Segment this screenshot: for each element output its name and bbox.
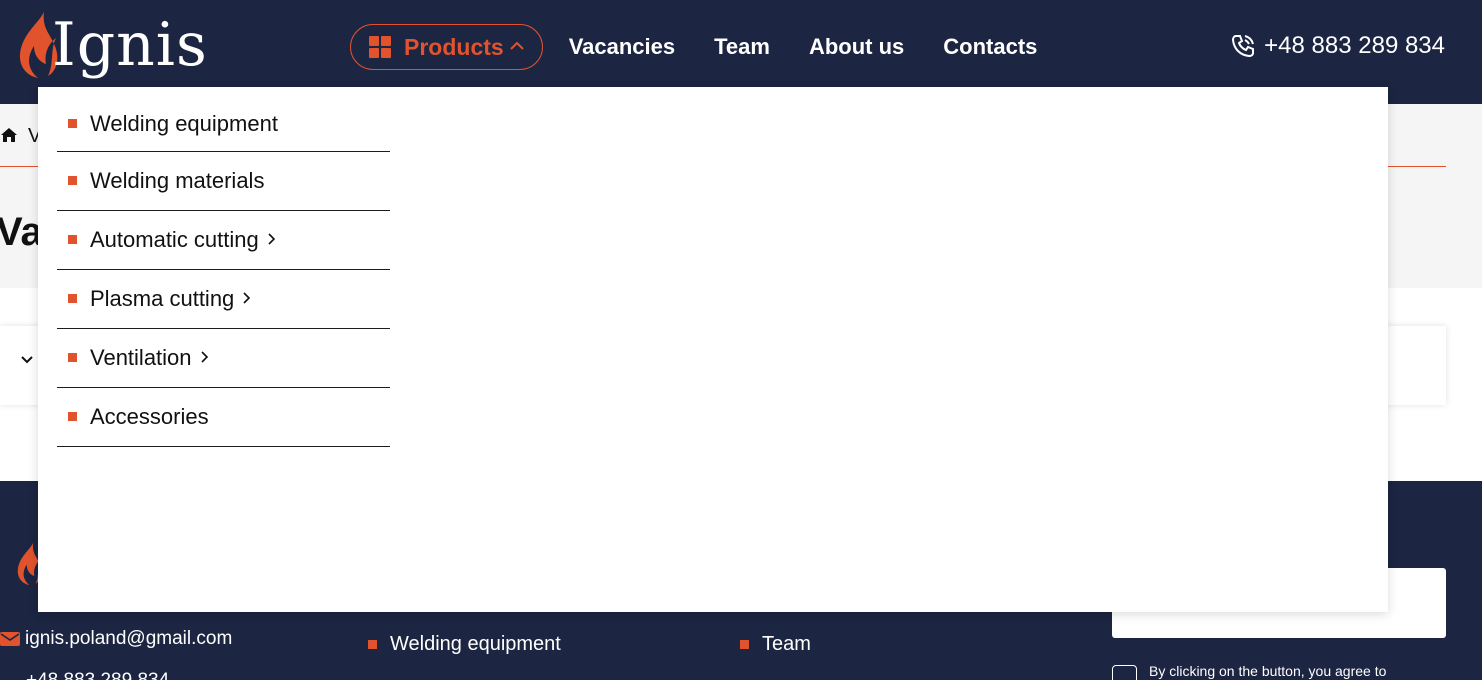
chevron-right-icon xyxy=(267,227,276,253)
bullet-icon xyxy=(368,640,377,649)
bullet-icon xyxy=(68,176,77,185)
bullet-icon xyxy=(68,353,77,362)
products-dropdown: Welding equipment Welding materials Auto… xyxy=(38,87,1388,612)
products-menu-list: Welding equipment Welding materials Auto… xyxy=(57,87,390,447)
footer-email[interactable]: ignis.poland@gmail.com xyxy=(0,628,232,650)
menu-item-label: Welding equipment xyxy=(90,111,278,136)
nav-contacts[interactable]: Contacts xyxy=(943,34,1037,60)
footer-phone[interactable]: +48 883 289 834 xyxy=(26,670,169,680)
page-title: Va xyxy=(0,210,43,254)
menu-item-label: Plasma cutting xyxy=(90,286,235,311)
footer-link-welding-equipment[interactable]: Welding equipment xyxy=(368,633,561,656)
products-label: Products xyxy=(404,33,504,60)
logo-text: Ignis xyxy=(52,10,208,80)
consent-checkbox[interactable] xyxy=(1112,665,1137,680)
footer-link-team[interactable]: Team xyxy=(740,633,811,656)
header-phone[interactable]: +48 883 289 834 xyxy=(1230,32,1445,60)
menu-item-automatic-cutting[interactable]: Automatic cutting xyxy=(57,211,390,270)
bullet-icon xyxy=(68,235,77,244)
bullet-icon xyxy=(740,640,749,649)
footer-link-label: Welding equipment xyxy=(390,633,561,655)
nav-about-us[interactable]: About us xyxy=(809,34,904,60)
menu-item-welding-materials[interactable]: Welding materials xyxy=(57,152,390,211)
chevron-right-icon xyxy=(242,286,251,312)
grid-icon xyxy=(369,36,391,58)
chevron-right-icon xyxy=(200,345,209,371)
menu-item-label: Automatic cutting xyxy=(90,227,259,252)
nav-vacancies[interactable]: Vacancies xyxy=(569,34,675,60)
menu-item-label: Welding materials xyxy=(90,168,265,193)
bullet-icon xyxy=(68,294,77,303)
bullet-icon xyxy=(68,412,77,421)
mail-icon xyxy=(0,632,20,646)
menu-item-ventilation[interactable]: Ventilation xyxy=(57,329,390,388)
chevron-up-icon xyxy=(509,38,524,56)
consent-text: By clicking on the button, you agree to xyxy=(1149,663,1387,679)
logo[interactable]: Ignis xyxy=(14,10,208,80)
nav-team[interactable]: Team xyxy=(714,34,770,60)
home-icon[interactable] xyxy=(0,126,18,144)
phone-number: +48 883 289 834 xyxy=(1264,32,1445,59)
products-menu-button[interactable]: Products xyxy=(350,24,543,70)
main-nav: Products Vacancies Team About us Contact… xyxy=(350,24,1037,70)
menu-item-plasma-cutting[interactable]: Plasma cutting xyxy=(57,270,390,329)
phone-icon xyxy=(1232,35,1255,58)
bullet-icon xyxy=(68,119,77,128)
footer-email-text: ignis.poland@gmail.com xyxy=(25,628,233,649)
footer-link-label: Team xyxy=(762,633,811,655)
menu-item-welding-equipment[interactable]: Welding equipment xyxy=(57,87,390,152)
menu-item-accessories[interactable]: Accessories xyxy=(57,388,390,447)
menu-item-label: Accessories xyxy=(90,404,209,429)
menu-item-label: Ventilation xyxy=(90,345,192,370)
chevron-down-icon[interactable] xyxy=(20,352,34,370)
